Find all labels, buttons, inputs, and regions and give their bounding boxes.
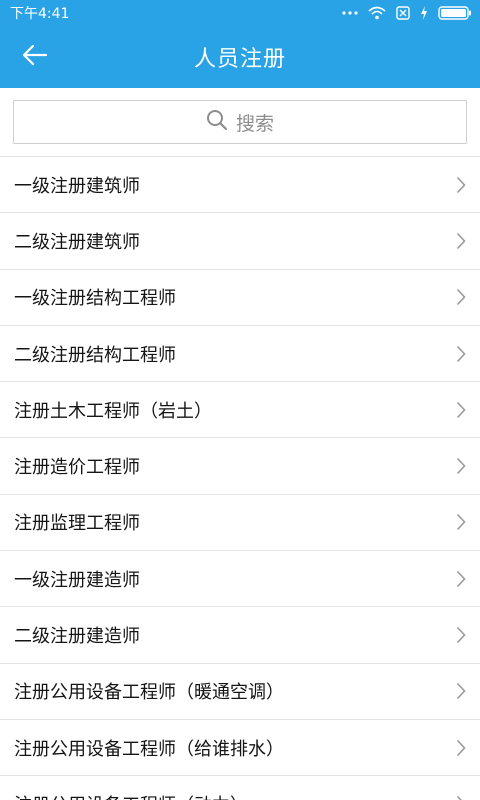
chevron-right-icon [456,739,466,757]
chevron-right-icon [456,795,466,800]
search-placeholder: 搜索 [235,112,274,135]
arrow-left-icon [22,44,48,70]
chevron-right-icon [456,232,466,250]
list-item-label: 一级注册结构工程师 [14,288,176,310]
list-item[interactable]: 注册公用设备工程师（暖通空调） [0,664,480,720]
list-item-label: 注册公用设备工程师（给谁排水） [14,738,284,760]
back-button[interactable] [0,26,70,88]
list-item[interactable]: 二级注册建造师 [0,607,480,664]
list-item[interactable]: 注册公用设备工程师（动力） [0,776,480,800]
chevron-right-icon [456,513,466,531]
list-item[interactable]: 一级注册建筑师 [0,157,480,214]
list-item-label: 注册公用设备工程师（暖通空调） [14,682,284,704]
list-item-label: 注册土木工程师（岩土） [14,400,212,422]
chevron-right-icon [456,288,466,306]
status-time: 下午4:41 [10,6,70,22]
search-icon [206,109,228,136]
status-icons [342,6,472,20]
list-item-label: 一级注册建造师 [14,569,140,591]
chevron-right-icon [456,626,466,644]
chevron-right-icon [456,682,466,700]
chevron-right-icon [456,345,466,363]
app-bar: 人员注册 [0,26,480,88]
charging-icon [420,6,428,20]
list-item-label: 二级注册建造师 [14,626,140,648]
list-item[interactable]: 二级注册建筑师 [0,213,480,270]
battery-icon [438,6,472,20]
search-container: 搜索 [0,88,480,156]
dots-icon [342,10,358,16]
list-item[interactable]: 注册造价工程师 [0,438,480,495]
list-item-label: 注册造价工程师 [14,457,140,479]
list-item[interactable]: 注册土木工程师（岩土） [0,382,480,439]
list-item[interactable]: 注册公用设备工程师（给谁排水） [0,720,480,777]
list-item-label: 二级注册建筑师 [14,231,140,253]
chevron-right-icon [456,401,466,419]
chevron-right-icon [456,570,466,588]
status-bar: 下午4:41 [0,0,480,26]
list-item[interactable]: 二级注册结构工程师 [0,326,480,383]
sim-off-icon [396,6,410,20]
search-input[interactable]: 搜索 [13,100,467,144]
list-item-label: 注册公用设备工程师（动力） [14,791,248,800]
list-item-label: 二级注册结构工程师 [14,344,176,366]
list-item-label: 注册监理工程师 [14,513,140,535]
list-item[interactable]: 一级注册建造师 [0,551,480,608]
wifi-icon [368,6,386,20]
page-title: 人员注册 [193,47,286,72]
list-item-label: 一级注册建筑师 [14,175,140,197]
list-item[interactable]: 注册监理工程师 [0,495,480,552]
chevron-right-icon [456,176,466,194]
list-item[interactable]: 一级注册结构工程师 [0,270,480,326]
chevron-right-icon [456,457,466,475]
registration-list: 一级注册建筑师 二级注册建筑师 一级注册结构工程师 二级注册结构工程师 注册土木… [0,156,480,800]
